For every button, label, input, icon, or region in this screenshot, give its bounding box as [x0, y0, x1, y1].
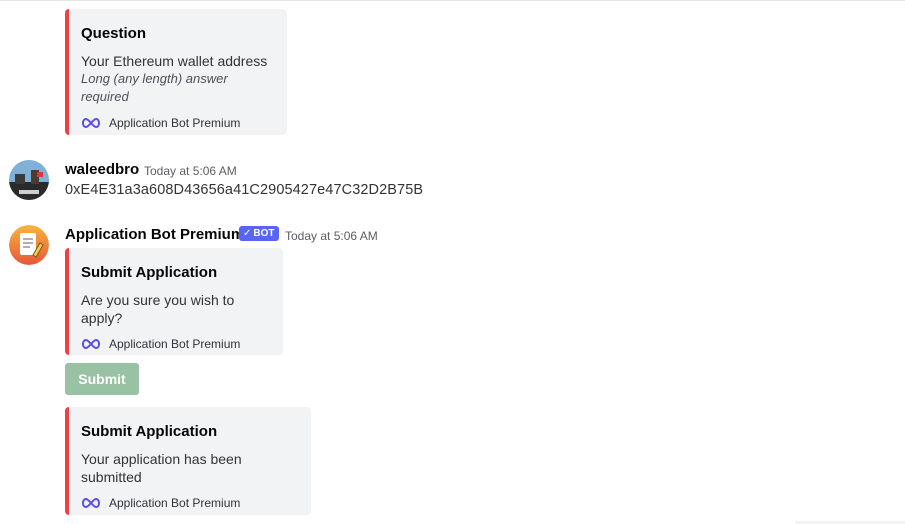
bot-timestamp: Today at 5:06 AM [285, 229, 378, 243]
embed-footer: Application Bot Premium [81, 337, 269, 351]
user-username[interactable]: waleedbro [65, 161, 139, 178]
infinity-logo-icon [82, 497, 100, 509]
embed-title: Submit Application [81, 423, 218, 440]
verified-bot-tag: ✓ BOT [239, 226, 279, 241]
submit-button[interactable]: Submit [65, 363, 139, 395]
bot-avatar[interactable] [9, 225, 49, 265]
bot-tag-label: BOT [253, 228, 275, 239]
question-embed: Question Your Ethereum wallet address Lo… [65, 9, 287, 135]
bot-avatar-image [9, 225, 49, 265]
embed-title: Submit Application [81, 264, 218, 281]
checkmark-icon: ✓ [243, 228, 252, 239]
infinity-logo-icon [82, 117, 100, 129]
embed-footer: Application Bot Premium [81, 496, 297, 510]
top-divider [0, 0, 905, 1]
user-avatar-image [9, 160, 49, 200]
user-message-text: 0xE4E31a3a608D43656a41C2905427e47C32D2B7… [65, 182, 424, 198]
submitted-embed: Submit Application Your application has … [65, 407, 311, 515]
embed-footer-text: Application Bot Premium [109, 337, 241, 351]
infinity-logo-icon [82, 338, 100, 350]
embed-subtext: Long (any length) answer required [81, 71, 228, 104]
embed-description: Your application has been submitted [81, 451, 242, 485]
embed-description: Are you sure you wish to apply? [81, 292, 235, 326]
embed-footer-text: Application Bot Premium [109, 496, 241, 510]
embed-footer-text: Application Bot Premium [109, 116, 241, 130]
user-avatar[interactable] [9, 160, 49, 200]
embed-title: Question [81, 25, 147, 42]
user-timestamp: Today at 5:06 AM [144, 164, 237, 178]
embed-footer: Application Bot Premium [81, 116, 273, 130]
bot-username[interactable]: Application Bot Premium [65, 226, 244, 243]
embed-description: Your Ethereum wallet address [81, 53, 268, 69]
confirm-embed: Submit Application Are you sure you wish… [65, 248, 283, 355]
